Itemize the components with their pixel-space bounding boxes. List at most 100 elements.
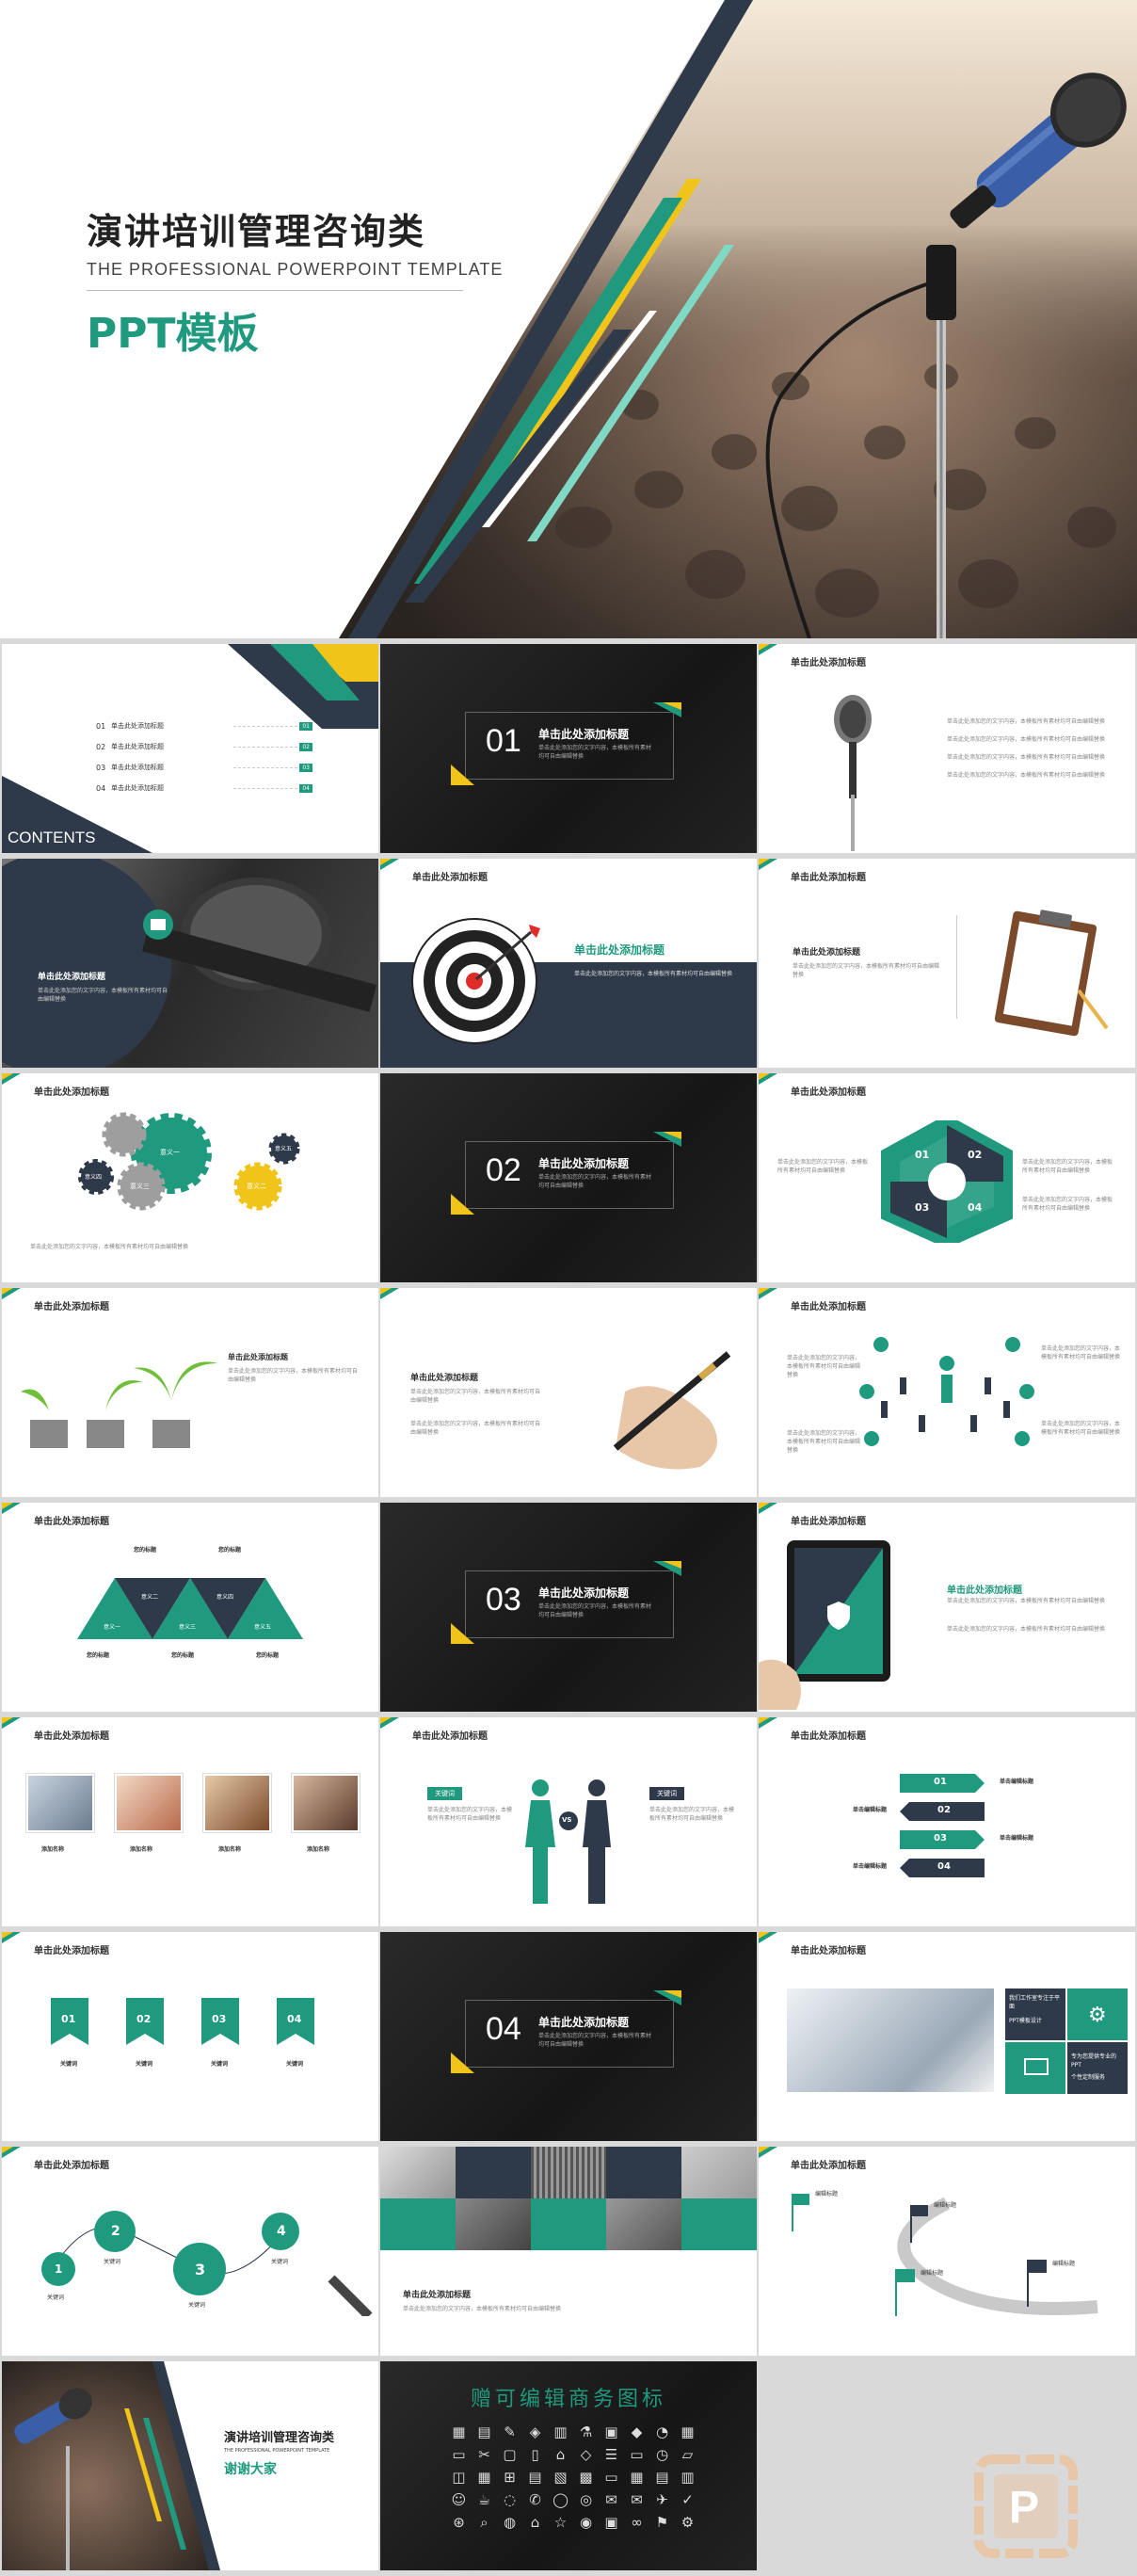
slide-arrows[interactable]: 单击此处添加标题 01 02 03 04 单击编辑标题 单击编辑标题 单击编辑标… [759,1717,1135,1926]
contents-item[interactable]: 03 单击此处添加标题 03 [96,757,312,778]
tag-num: 02 [136,2013,152,2025]
triangle-caption: 您的标题 [218,1547,242,1554]
slide-thanks[interactable]: 演讲培训管理咨询类 THE PROFESSIONAL POWERPOINT TE… [2,2361,378,2570]
corner-accent [759,859,777,870]
pen-body: 单击此处添加您的文字内容，本模板所有素材均可自由编辑替换 [410,1421,541,1436]
contents-item-text: 单击此处添加标题 [111,721,164,730]
section-number: 03 [486,1582,521,1618]
watermark-area: P [759,2361,1135,2570]
slide-people-network[interactable]: 单击此处添加标题 单击此处添加您的文字内容，本模板所有素材均可自由编辑替换 单击… [759,1288,1135,1497]
slide-mic-list[interactable]: 单击此处添加标题 单击此处添加您的文字内容，本模板所有素材均可自由编辑替换 单击… [759,644,1135,853]
triangle-label: 意义一 [104,1624,121,1631]
laptop-text: 我们工作室专注于平面 [1009,1995,1061,2010]
slide-triangles[interactable]: 单击此处添加标题 意义一 意义二 意义三 意义四 意义五 您的标题 您的标题 您… [2,1503,378,1712]
folder-icon: ▱ [681,2446,694,2463]
mail-icon: ✉ [605,2491,617,2508]
slide-title: 单击此处添加标题 [791,1302,866,1312]
photo-label: 添加名称 [218,1846,242,1853]
slide-tablet[interactable]: 单击此处添加标题 单击此处添加标题 单击此处添加您的文字内容，本模板所有素材均可… [759,1503,1135,1712]
layers-icon: ◫ [452,2469,466,2486]
envelope-icon: ✉ [631,2491,643,2508]
slide-tags[interactable]: 单击此处添加标题 01 02 03 04 关键词 关键词 关键词 关键词 [2,1932,378,2141]
globe-icon: ◍ [503,2514,517,2531]
thanks-photo [2,2361,220,2570]
contents-item-text: 单击此处添加标题 [111,763,164,771]
photo-slide-title: 单击此处添加标题 [38,973,106,982]
section-number: 01 [486,723,521,759]
slide-section-03[interactable]: 03 单击此处添加标题 单击此处添加您的文字内容，本模板所有素材均可自由编辑替换 [380,1503,757,1712]
contents-list: 01 单击此处添加标题 01 02 单击此处添加标题 02 03 单击此处添加标… [96,716,312,798]
tool-icon: ✂ [478,2446,490,2463]
calendar-icon: ▦ [630,2469,644,2486]
slide-title: 单击此处添加标题 [34,1302,109,1312]
user-icon: ☺ [451,2491,467,2508]
slide-mic-photo[interactable]: 单击此处添加标题 单击此处添加您的文字内容，本模板所有素材均可自由编辑替换 [2,859,378,1068]
slide-target[interactable]: 单击此处添加标题 单击此处添加标题 单击此处添加您的文字内容，本模板所有素材均可… [380,859,757,1068]
collage-heading: 单击此处添加标题 [403,2291,472,2300]
gear-label: 意义五 [275,1146,293,1152]
contents-item[interactable]: 02 单击此处添加标题 02 [96,736,312,757]
slide-section-02[interactable]: 02 单击此处添加标题 单击此处添加您的文字内容，本模板所有素材均可自由编辑替换 [380,1073,757,1282]
wallet-icon: ▭ [630,2446,644,2463]
laptop-text: 个性定制服务 [1071,2074,1106,2081]
pen-heading: 单击此处添加标题 [410,1374,479,1383]
contents-label: CONTENTS [8,829,96,846]
slide-section-01[interactable]: 01 单击此处添加标题 单击此处添加您的文字内容，本模板所有素材均可自由编辑替换 [380,644,757,853]
contents-item[interactable]: 04 单击此处添加标题 04 [96,778,312,798]
slide-laptop[interactable]: 单击此处添加标题 我们工作室专注于平面 PPT模板设计 ⚙ 专为您提供专业的PP… [759,1932,1135,2141]
slide-contents[interactable]: CONTENTS 01 单击此处添加标题 01 02 单击此处添加标题 02 0… [2,644,378,853]
tablet-body: 单击此处添加您的文字内容，本模板所有素材均可自由编辑替换 [947,1598,1106,1604]
message-icon: ◎ [579,2491,593,2508]
contents-item[interactable]: 01 单击此处添加标题 01 [96,716,312,736]
icons-title: 赠可编辑商务图标 [470,2388,666,2411]
laptop-photo [787,1988,994,2092]
slide-photos[interactable]: 单击此处添加标题 添加名称 添加名称 添加名称 添加名称 [2,1717,378,1926]
corner-accent [2,1288,21,1299]
slide-icons[interactable]: 赠可编辑商务图标 ▦ ▤ ✎ ◈ ▥ ⚗ ▣ ◆ ◔ ▦ ▭ ✂ ▢ ▯ ⌂ ◇ ☰ ▭ ◷ ▱ ◫ ▦ ⊞ ▤ ▧ ▩ ▭ ▦ ▤… [380,2361,757,2570]
hex-label: 02 [968,1149,983,1161]
cover-ppt-label: PPT模板 [87,310,259,358]
contents-item-num: 01 [96,721,106,731]
slide-title: 单击此处添加标题 [34,1087,109,1098]
gears-body: 单击此处添加您的文字内容，本模板所有素材均可自由编辑替换 [30,1244,189,1250]
slide-sprouts[interactable]: 单击此处添加标题 单击此处添加标题 单击此处添加您的文字内容，本模板所有素材均可… [2,1288,378,1497]
corner-accent [2,1932,21,1943]
triangle-label: 意义三 [179,1624,197,1631]
slide-vs[interactable]: 单击此处添加标题 关键词 关键词 单击此处添加您的文字内容，本模板所有素材均可自… [380,1717,757,1926]
slide-pen[interactable]: 单击此处添加标题 单击此处添加您的文字内容，本模板所有素材均可自由编辑替换 单击… [380,1288,757,1497]
slide-gears[interactable]: 单击此处添加标题 意义一 意义二 意义三 意义四 意义五 单击此处添加您的文字内… [2,1073,378,1282]
clipboard-body: 单击此处添加您的文字内容，本模板所有素材均可自由编辑替换 [793,963,940,978]
slide-circles[interactable]: 单击此处添加标题 1 2 3 4 关键词 关键词 关键词 关键词 [2,2147,378,2356]
corner-accent [759,1288,777,1299]
arrow-num: 01 [934,1777,947,1787]
slide-photo-collage[interactable]: 单击此处添加标题 单击此处添加您的文字内容，本模板所有素材均可自由编辑替换 [380,2147,757,2356]
section-body: 单击此处添加您的文字内容，本模板所有素材均可自由编辑替换 [538,1174,652,1189]
card-icon: ▭ [604,2469,618,2486]
tag-row [51,1998,314,2045]
contents-item-badge: 02 [299,742,312,751]
cover-divider [87,290,463,291]
slide-section-04[interactable]: 04 单击此处添加标题 单击此处添加您的文字内容，本模板所有素材均可自由编辑替换 [380,1932,757,2141]
thanks-subtitle: THE PROFESSIONAL POWERPOINT TEMPLATE [224,2448,330,2454]
sprout-heading: 单击此处添加标题 [228,1353,288,1361]
briefcase-icon: ▤ [477,2423,491,2440]
circle-num: 1 [55,2262,63,2276]
flag-label: 编辑标题 [921,2270,944,2277]
document-icon: ▢ [503,2446,517,2463]
bullet-text: 单击此处添加您的文字内容，本模板所有素材均可自由编辑替换 [947,718,1106,725]
laptop-text: PPT模板设计 [1009,2018,1042,2024]
bag-icon: ◈ [529,2423,541,2440]
circle-num: 3 [195,2261,206,2278]
triangle-diagram [77,1578,303,1639]
arrow-num: 04 [937,1861,951,1872]
bookmark-icon: ◆ [631,2423,643,2440]
slide-flags[interactable]: 单击此处添加标题 编辑标题 编辑标题 编辑标题 编辑标题 [759,2147,1135,2356]
slide-hexagon[interactable]: 单击此处添加标题 01 02 03 04 单击此处添加您的文字内容，本模板所有素… [759,1073,1135,1282]
arrow-stack [900,1774,985,1877]
triangle-caption: 您的标题 [87,1652,110,1659]
contents-item-text: 单击此处添加标题 [111,783,164,792]
slide-clipboard[interactable]: 单击此处添加标题 单击此处添加标题 单击此处添加您的文字内容，本模板所有素材均可… [759,859,1135,1068]
laptop-text: 专为您提供专业的PPT [1071,2053,1117,2069]
gift-icon: ▩ [579,2469,593,2486]
collage-tile [456,2147,531,2198]
